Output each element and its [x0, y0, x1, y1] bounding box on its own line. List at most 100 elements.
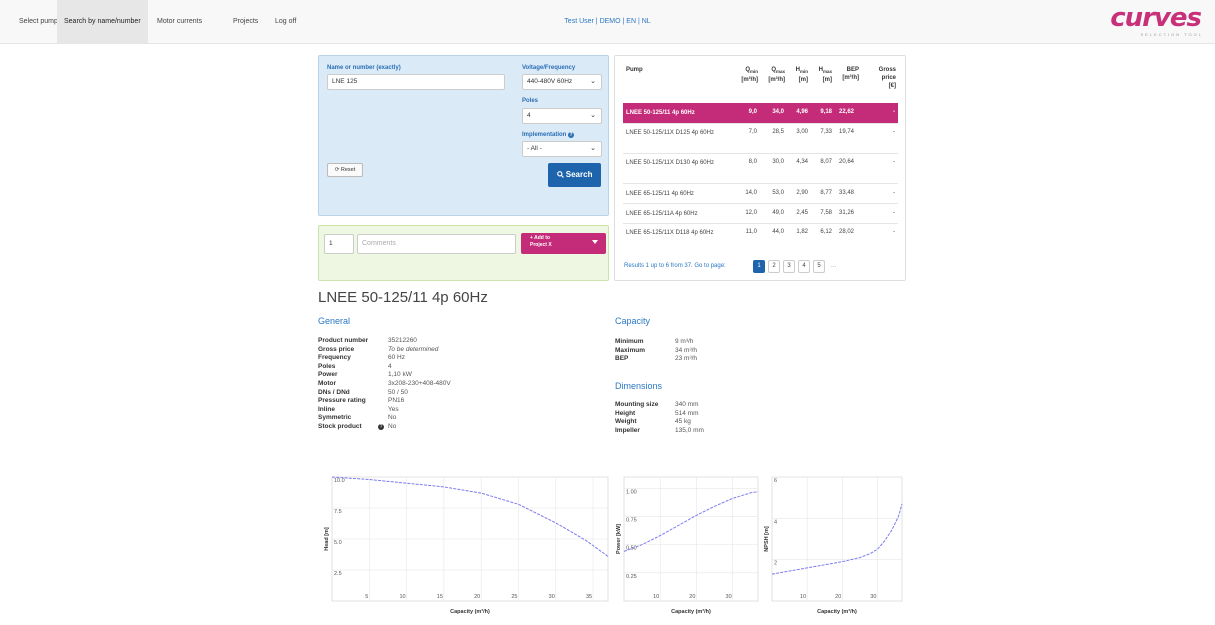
- help-icon[interactable]: ?: [378, 424, 384, 430]
- general-spec-value: PN16: [388, 397, 405, 405]
- voltage-select[interactable]: 440-480V 60Hz ⌄: [522, 74, 602, 90]
- bep-unit: [m³/h]: [842, 75, 859, 81]
- col-qmax-header: Qmax [m³/h]: [759, 66, 785, 84]
- capacity-spec-key: Maximum: [615, 346, 645, 354]
- table-row[interactable]: LNEE 65-125/11A 4p 60Hz 12,0 49,0 2,45 7…: [623, 203, 898, 223]
- search-label: Search: [565, 170, 593, 179]
- qmin-cell: 12,0: [745, 210, 757, 216]
- hmax-cell: 6,12: [820, 229, 832, 235]
- y-tick-label: 5.0: [334, 540, 342, 546]
- comments-input[interactable]: Comments: [357, 234, 516, 254]
- reset-button[interactable]: ⟳ Reset: [327, 163, 363, 177]
- qmax-cell: 28,5: [772, 129, 784, 135]
- results-summary: Results 1 up to 6 from 37. Go to page:: [624, 263, 726, 269]
- lang-nl-link[interactable]: NL: [642, 18, 651, 25]
- hmin-cell: 4,96: [796, 109, 808, 115]
- col-hmax-header: Hmax [m]: [809, 66, 832, 84]
- results-panel: Pump Qmin [m³/h] Qmax [m³/h] Hmin [m] Hmax[…: [614, 55, 906, 281]
- dimension-spec-value: 340 mm: [675, 401, 699, 408]
- x-tick-label: 10: [800, 594, 806, 600]
- table-row[interactable]: LNEE 65-125/11X D118 4p 60Hz 11,0 44,0 1…: [623, 223, 898, 253]
- dimension-spec-key: Mounting size: [615, 401, 659, 408]
- implementation-label: Implementation ?: [522, 132, 575, 138]
- x-axis-label: Capacity (m³/h): [450, 608, 490, 615]
- head-chart-svg: 5 10 15 20 25 30 35 2.5 5.0 7.5 10.0 Capacity (m³/h…: [324, 476, 609, 615]
- quantity-input[interactable]: 1: [324, 234, 354, 254]
- demo-link[interactable]: DEMO: [600, 18, 621, 25]
- qmin-sub: min: [749, 69, 758, 75]
- hmax-cell: 9,18: [820, 109, 832, 115]
- dimensions-heading: Dimensions: [615, 381, 663, 391]
- qmin-unit: [m³/h]: [741, 77, 758, 84]
- capacity-spec-key: Minimum: [615, 338, 644, 345]
- qmin-cell: 7,0: [748, 129, 757, 135]
- page-1-button[interactable]: 1: [753, 260, 765, 273]
- caret-down-icon[interactable]: [592, 240, 598, 244]
- hmax-cell: 8,77: [820, 190, 832, 196]
- dimension-spec-key: Impeller: [615, 426, 640, 434]
- implementation-value: - All -: [527, 145, 542, 152]
- product-title: LNEE 50-125/11 4p 60Hz: [318, 289, 488, 306]
- capacity-spec-key: BEP: [615, 355, 629, 363]
- pagination: Results 1 up to 6 from 37. Go to page: 1…: [623, 260, 903, 274]
- pump-name[interactable]: LNEE 65-125/11 4p 60Hz: [626, 190, 726, 199]
- y-tick-label: 0.50: [626, 546, 637, 552]
- general-spec-value: No: [388, 414, 397, 422]
- dimension-spec-key: Weight: [615, 418, 637, 426]
- pump-name[interactable]: LNEE 65-125/11A 4p 60Hz: [626, 210, 726, 219]
- hmin-cell: 3,00: [796, 129, 808, 135]
- y-tick-label: 2: [774, 561, 777, 567]
- dimensions-specs: Mounting size 340 mm Height 514 mm Weight 45 …: [615, 401, 815, 441]
- search-button[interactable]: Search: [548, 163, 601, 187]
- add-to-project-button[interactable]: + Add to Project X: [521, 233, 606, 254]
- table-row[interactable]: LNEE 65-125/11 4p 60Hz 14,0 53,0 2,90 8,…: [623, 183, 898, 203]
- pump-name[interactable]: LNEE 50-125/11 4p 60Hz: [626, 109, 726, 118]
- pump-name[interactable]: LNEE 65-125/11X D118 4p 60Hz: [626, 229, 726, 238]
- x-tick-label: 20: [835, 594, 841, 600]
- table-row[interactable]: LNEE 50-125/11 4p 60Hz 9,0 34,0 4,96 9,1…: [623, 103, 898, 123]
- general-spec-value: 1,10 kW: [388, 371, 412, 379]
- implementation-select[interactable]: - All - ⌄: [522, 141, 602, 157]
- general-spec-value: 4: [388, 362, 392, 370]
- add-to-project-panel: 1 Comments + Add to Project X: [318, 225, 609, 281]
- pump-name[interactable]: LNEE 50-125/11X D130 4p 60Hz: [626, 159, 726, 168]
- user-name: Test User |: [564, 18, 600, 25]
- gross-label: Gross: [878, 67, 896, 73]
- name-input[interactable]: LNE 125: [327, 74, 505, 90]
- hmax-unit: [m]: [822, 77, 832, 84]
- logo-subtitle: SELECTION TOOL: [1140, 32, 1203, 37]
- y-tick-label: 1.00: [626, 489, 637, 495]
- search-panel: Name or number (exactly) LNE 125 Voltage…: [318, 55, 609, 216]
- page-3-button[interactable]: 3: [783, 260, 795, 273]
- general-spec-value: No: [388, 423, 397, 430]
- x-axis-label: Capacity (m³/h): [671, 608, 711, 615]
- bep-cell: 20,64: [838, 159, 854, 165]
- x-tick-label: 20: [689, 594, 695, 600]
- qmin-cell: 8,0: [748, 159, 757, 165]
- y-tick-label: 7.5: [334, 509, 342, 515]
- table-row[interactable]: LNEE 50-125/11X D130 4p 60Hz 8,0 30,0 4,…: [623, 153, 898, 183]
- capacity-spec-value: 23 m³/h: [675, 355, 698, 363]
- y-tick-label: 6: [774, 478, 777, 484]
- general-spec-key: Stock product: [318, 423, 362, 430]
- help-icon[interactable]: ?: [568, 132, 575, 138]
- pump-name[interactable]: LNEE 50-125/11X D125 4p 60Hz: [626, 129, 726, 138]
- logo[interactable]: curves SELECTION TOOL: [1105, 3, 1205, 38]
- lang-en-link[interactable]: EN: [626, 18, 636, 25]
- hmin-sub: min: [799, 69, 808, 75]
- table-row[interactable]: LNEE 50-125/11X D125 4p 60Hz 7,0 28,5 3,…: [623, 123, 898, 153]
- x-tick-label: 5: [365, 594, 368, 600]
- power-chart-svg: 10 20 30 0.25 0.50 0.75 1.00 Capacity (m³/h) Pow…: [616, 476, 759, 615]
- y-axis-label: Head [m]: [324, 527, 330, 551]
- general-spec-value: To be determined: [388, 345, 439, 353]
- x-axis-label: Capacity (m³/h): [817, 608, 857, 615]
- page-2-button[interactable]: 2: [768, 260, 780, 273]
- col-pump-header: Pump: [626, 67, 643, 73]
- price-cell: -: [893, 229, 895, 235]
- poles-select[interactable]: 4 ⌄: [522, 108, 602, 124]
- page-4-button[interactable]: 4: [798, 260, 810, 273]
- general-spec-key: Power: [318, 371, 338, 379]
- y-axis-label: NPSH [m]: [764, 526, 770, 552]
- page-5-button[interactable]: 5: [813, 260, 825, 273]
- general-spec-key: Motor: [318, 380, 337, 387]
